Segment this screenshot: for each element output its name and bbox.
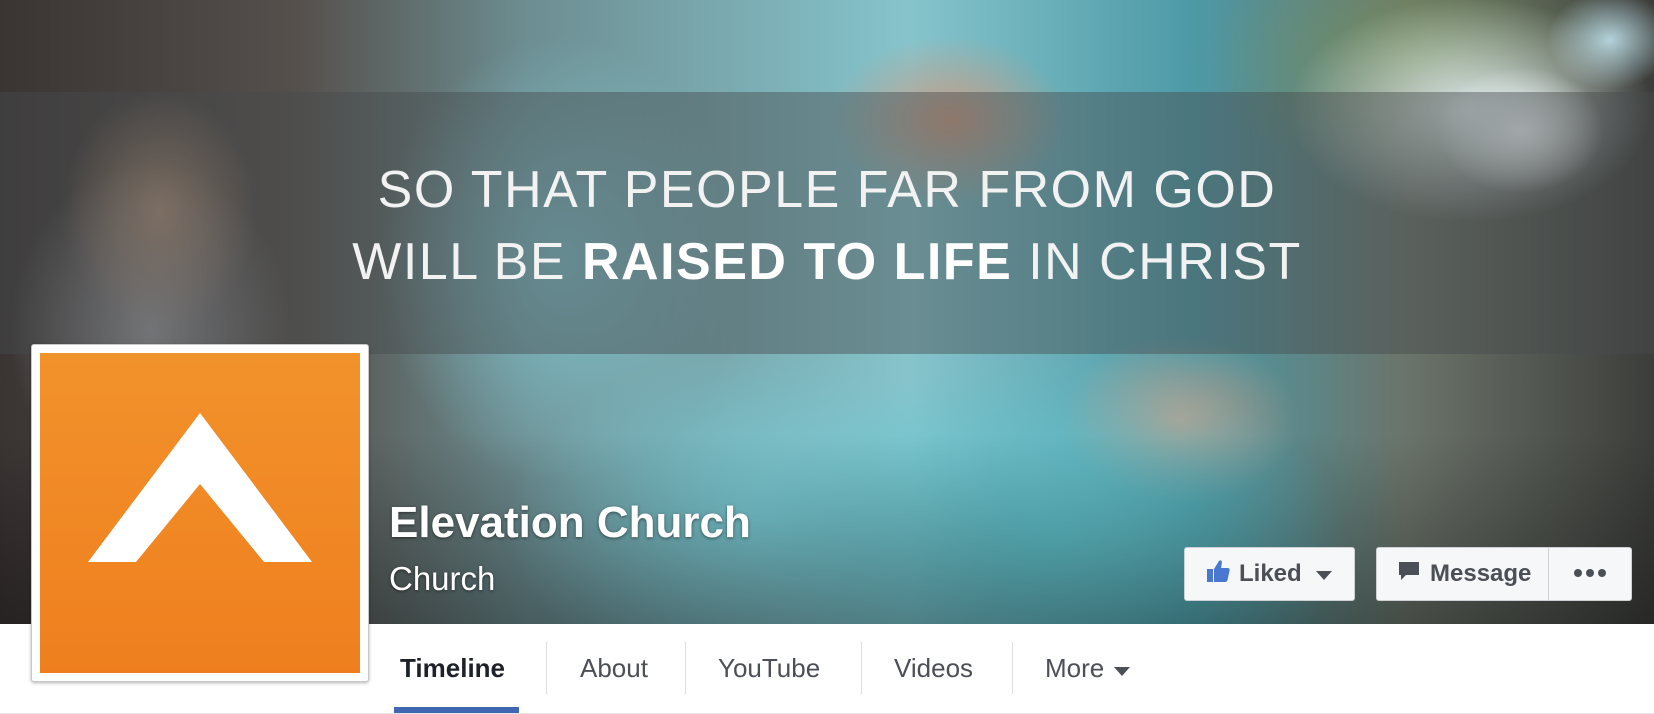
ellipsis-icon bbox=[1573, 565, 1607, 583]
more-options-button[interactable] bbox=[1549, 548, 1631, 600]
speech-bubble-icon bbox=[1397, 559, 1421, 590]
elevation-logo-icon bbox=[40, 353, 360, 673]
chevron-down-icon bbox=[1315, 560, 1332, 588]
page-name[interactable]: Elevation Church bbox=[389, 498, 751, 548]
tab-divider bbox=[861, 642, 862, 694]
message-label: Message bbox=[1430, 560, 1532, 587]
message-button[interactable]: Message bbox=[1377, 548, 1549, 600]
tab-divider bbox=[546, 642, 547, 694]
tab-divider bbox=[685, 642, 686, 694]
tab-more-label: More bbox=[1045, 653, 1105, 683]
tab-youtube[interactable]: YouTube bbox=[718, 624, 820, 713]
page-category[interactable]: Church bbox=[389, 560, 495, 598]
tab-timeline[interactable]: Timeline bbox=[400, 624, 505, 713]
active-tab-indicator bbox=[394, 707, 519, 713]
cover-text-band bbox=[0, 92, 1654, 354]
tab-more[interactable]: More bbox=[1045, 624, 1131, 713]
cover-tagline-line2-before: WILL BE bbox=[352, 233, 567, 291]
cover-tagline-line2: WILL BE RAISED TO LIFE IN CHRIST bbox=[0, 232, 1654, 292]
tab-divider bbox=[1012, 642, 1013, 694]
profile-picture[interactable] bbox=[31, 344, 369, 682]
thumbs-up-icon bbox=[1205, 558, 1231, 591]
tab-about[interactable]: About bbox=[580, 624, 648, 713]
cover-tagline-line2-bold: RAISED TO LIFE bbox=[581, 233, 1013, 291]
message-button-group: Message bbox=[1376, 547, 1632, 601]
liked-label: Liked bbox=[1239, 560, 1302, 587]
liked-button[interactable]: Liked bbox=[1184, 547, 1355, 601]
chevron-down-icon bbox=[1114, 653, 1131, 684]
cover-tagline-line2-after: IN CHRIST bbox=[1028, 233, 1302, 291]
tab-videos[interactable]: Videos bbox=[894, 624, 973, 713]
cover-tagline-line1: SO THAT PEOPLE FAR FROM GOD bbox=[377, 161, 1277, 219]
